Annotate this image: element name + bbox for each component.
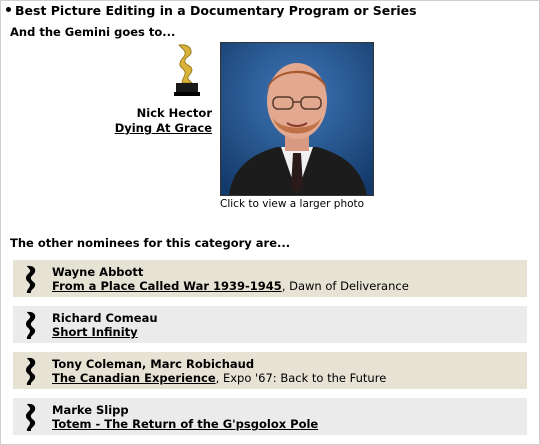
nominee-name: Richard Comeau	[52, 311, 158, 325]
nominee-row: Richard Comeau Short Infinity	[13, 306, 527, 343]
gemini-trophy-icon	[174, 44, 200, 96]
nominee-program-line: The Canadian Experience, Expo '67: Back …	[52, 371, 386, 385]
winner-photo[interactable]	[220, 42, 374, 196]
nominee-program-link[interactable]: The Canadian Experience	[52, 371, 216, 385]
nominee-program-line: From a Place Called War 1939-1945, Dawn …	[52, 279, 409, 293]
winner-portrait-image	[221, 43, 373, 195]
nominee-program-link[interactable]: Totem - The Return of the G'psgolox Pole	[52, 417, 318, 431]
bullet-icon	[6, 7, 11, 12]
other-nominees-heading: The other nominees for this category are…	[10, 236, 291, 250]
gemini-mini-icon	[26, 311, 36, 339]
gemini-mini-icon	[26, 265, 36, 293]
nominee-program-line: Short Infinity	[52, 325, 138, 339]
nominee-row: Tony Coleman, Marc Robichaud The Canadia…	[13, 352, 527, 389]
winner-program-link[interactable]: Dying At Grace	[115, 121, 212, 135]
nominee-episode: , Expo '67: Back to the Future	[215, 371, 387, 385]
gemini-mini-icon	[26, 357, 36, 385]
category-title-text: Best Picture Editing in a Documentary Pr…	[15, 3, 417, 18]
nominee-name: Marke Slipp	[52, 403, 129, 417]
nominee-program-link[interactable]: From a Place Called War 1939-1945	[52, 279, 282, 293]
winner-name: Nick Hector	[136, 106, 212, 120]
winner-program: Dying At Grace	[100, 121, 212, 135]
category-title: Best Picture Editing in a Documentary Pr…	[6, 3, 417, 18]
nominee-name: Wayne Abbott	[52, 265, 144, 279]
nominee-name: Tony Coleman, Marc Robichaud	[52, 357, 255, 371]
nominee-program-link[interactable]: Short Infinity	[52, 325, 138, 339]
gemini-mini-icon	[26, 403, 36, 431]
winner-intro: And the Gemini goes to...	[10, 25, 176, 39]
nominee-row: Marke Slipp Totem - The Return of the G'…	[13, 398, 527, 435]
nominee-row: Wayne Abbott From a Place Called War 193…	[13, 260, 527, 297]
photo-caption: Click to view a larger photo	[220, 198, 365, 210]
nominee-episode: , Dawn of Deliverance	[281, 279, 409, 293]
nominee-program-line: Totem - The Return of the G'psgolox Pole	[52, 417, 318, 431]
